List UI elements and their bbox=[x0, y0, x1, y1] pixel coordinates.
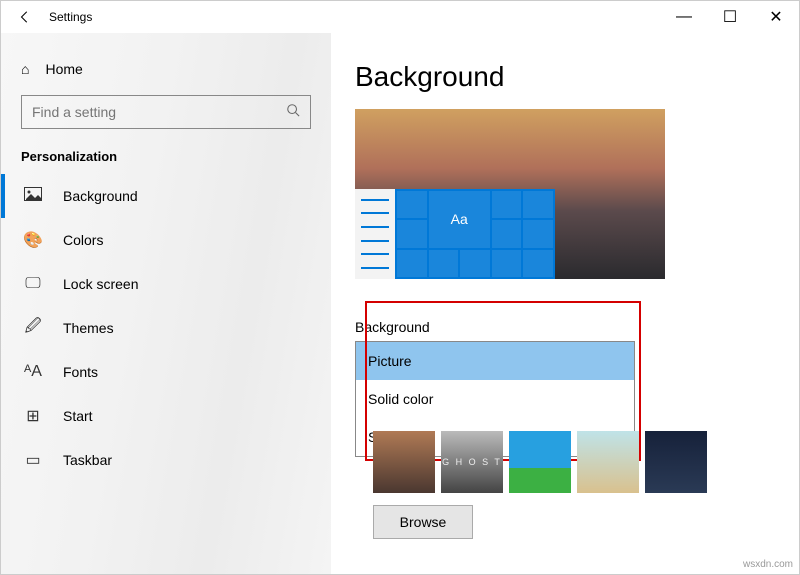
settings-window: Settings — ☐ ✕ ⌂ Home Personalization bbox=[0, 0, 800, 575]
desktop-preview: Aa bbox=[355, 109, 665, 279]
section-header: Personalization bbox=[17, 143, 315, 174]
nav-label: Fonts bbox=[63, 364, 98, 380]
window-title: Settings bbox=[49, 10, 92, 24]
nav-item-start[interactable]: ⊞ Start bbox=[17, 394, 315, 438]
nav-item-themes[interactable]: 🖉 Themes bbox=[17, 306, 315, 350]
titlebar: Settings — ☐ ✕ bbox=[1, 1, 799, 33]
thumbnail-4[interactable] bbox=[577, 431, 639, 493]
nav-item-taskbar[interactable]: ▭ Taskbar bbox=[17, 438, 315, 482]
nav-label: Colors bbox=[63, 232, 103, 248]
nav-label: Lock screen bbox=[63, 276, 138, 292]
themes-icon: 🖉 bbox=[23, 315, 43, 342]
minimize-button[interactable]: — bbox=[661, 1, 707, 33]
search-input[interactable] bbox=[32, 104, 286, 120]
home-label: Home bbox=[45, 61, 82, 77]
nav-list: Background 🎨 Colors 🖵 Lock screen 🖉 Them… bbox=[17, 174, 315, 482]
thumbnail-5[interactable] bbox=[645, 431, 707, 493]
nav-label: Themes bbox=[63, 320, 114, 336]
nav-item-colors[interactable]: 🎨 Colors bbox=[17, 218, 315, 262]
palette-icon: 🎨 bbox=[23, 230, 43, 250]
nav-item-background[interactable]: Background bbox=[17, 174, 315, 218]
thumbnail-3[interactable] bbox=[509, 431, 571, 493]
home-icon: ⌂ bbox=[21, 61, 29, 77]
picture-icon bbox=[23, 187, 43, 206]
home-link[interactable]: ⌂ Home bbox=[17, 53, 315, 85]
lockscreen-icon: 🖵 bbox=[23, 275, 43, 293]
back-button[interactable] bbox=[9, 1, 41, 33]
nav-label: Start bbox=[63, 408, 93, 424]
maximize-button[interactable]: ☐ bbox=[707, 1, 753, 33]
fonts-icon: ᴬA bbox=[23, 363, 43, 381]
browse-button[interactable]: Browse bbox=[373, 505, 473, 539]
nav-item-fonts[interactable]: ᴬA Fonts bbox=[17, 350, 315, 394]
nav-label: Taskbar bbox=[63, 452, 112, 468]
sidebar: ⌂ Home Personalization Background 🎨 bbox=[1, 33, 331, 574]
close-button[interactable]: ✕ bbox=[753, 1, 799, 33]
dropdown-label: Background bbox=[355, 319, 635, 335]
picture-thumbnails: G H O S T bbox=[373, 431, 707, 493]
thumbnail-2[interactable]: G H O S T bbox=[441, 431, 503, 493]
thumbnail-1[interactable] bbox=[373, 431, 435, 493]
nav-label: Background bbox=[63, 188, 138, 204]
taskbar-icon: ▭ bbox=[23, 450, 43, 470]
dropdown-option-solid-color[interactable]: Solid color bbox=[356, 380, 634, 418]
nav-item-lockscreen[interactable]: 🖵 Lock screen bbox=[17, 262, 315, 306]
search-input-container[interactable] bbox=[21, 95, 311, 129]
search-icon bbox=[286, 103, 300, 122]
start-icon: ⊞ bbox=[23, 406, 43, 426]
watermark: wsxdn.com bbox=[743, 559, 793, 570]
dropdown-option-picture[interactable]: Picture bbox=[356, 342, 634, 380]
page-title: Background bbox=[355, 61, 775, 93]
preview-sample-text: Aa bbox=[429, 191, 490, 248]
